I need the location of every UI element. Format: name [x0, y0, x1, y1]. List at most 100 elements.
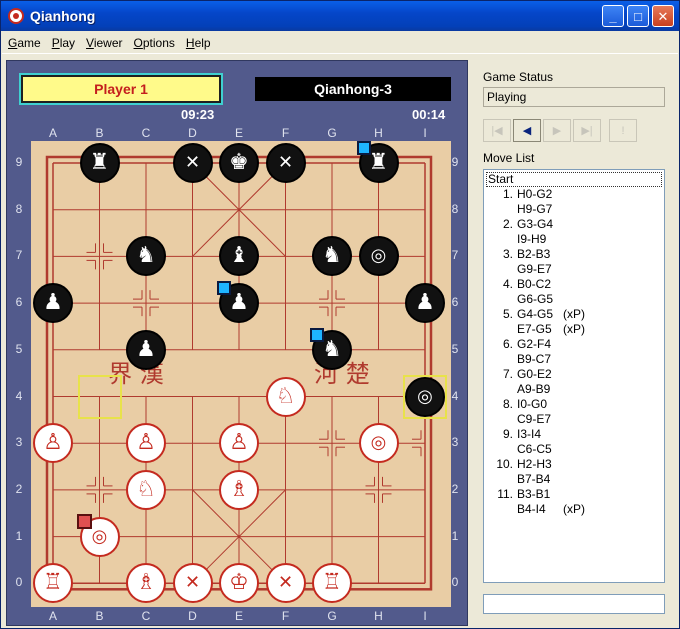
red-advisor-piece[interactable]: ✕ [172, 563, 213, 604]
black-cannon-piece[interactable]: ◎ [405, 376, 445, 417]
move-list-start[interactable]: Start [486, 172, 662, 187]
move-notation: G9-E7 [517, 262, 552, 276]
advisor-icon: ✕ [277, 572, 294, 594]
move-row-red[interactable]: 7. G0-E2 [484, 367, 664, 382]
menu-viewer[interactable]: Viewer [81, 36, 127, 50]
menu-help[interactable]: Help [181, 36, 216, 50]
move-notation: H9-G7 [517, 202, 553, 216]
move-row-red[interactable]: 2. G3-G4 [484, 217, 664, 232]
prev-move-button[interactable]: ◀ [513, 119, 541, 142]
move-row-red[interactable]: 8. I0-G0 [484, 397, 664, 412]
black-pawn-piece[interactable]: ♟ [33, 283, 73, 324]
horse-icon: ♘ [136, 476, 156, 502]
move-capture-note [563, 217, 613, 232]
move-notation: C6-C5 [517, 442, 552, 456]
move-row-red[interactable]: 5. G4-G5 (xP) [484, 307, 664, 322]
menu-game[interactable]: Game [3, 36, 46, 50]
rook-icon: ♖ [43, 570, 63, 596]
move-row-black[interactable]: B7-B4 [484, 472, 664, 487]
red-pawn-piece[interactable]: ♙ [219, 423, 259, 464]
black-advisor-piece[interactable]: ✕ [172, 143, 213, 183]
move-capture-note: (xP) [563, 502, 585, 516]
move-number [484, 382, 517, 397]
move-number: 11. [497, 487, 513, 501]
rook-icon: ♜ [368, 150, 389, 175]
black-rook-piece[interactable]: ♜ [79, 143, 120, 183]
black-pawn-piece[interactable]: ♟ [405, 283, 445, 324]
last-move-marker [217, 281, 231, 296]
minimize-button[interactable]: _ [602, 5, 624, 27]
move-row-black[interactable]: G6-G5 [484, 292, 664, 307]
move-list[interactable]: Start 1. H0-G2 H9-G7 2. G3-G4 I9-H9 3. B2-B3 G9-… [483, 169, 665, 583]
red-pawn-piece[interactable]: ♙ [33, 423, 73, 464]
file-label: C [141, 609, 151, 623]
move-notation: I9-H9 [517, 232, 547, 246]
move-row-black[interactable]: E7-G5 (xP) [484, 322, 664, 337]
red-cannon-piece[interactable]: ◎ [358, 423, 399, 464]
maximize-button[interactable]: □ [627, 5, 649, 27]
close-button[interactable]: ✕ [652, 5, 674, 27]
move-capture-note: (xP) [563, 322, 585, 336]
first-move-icon: |◀ [491, 125, 503, 137]
move-capture-note [563, 262, 613, 277]
file-label: A [48, 609, 57, 623]
move-notation: H2-H3 [517, 457, 552, 471]
move-row-red[interactable]: 1. H0-G2 [484, 187, 664, 202]
black-advisor-piece[interactable]: ✕ [265, 143, 306, 183]
king-icon: ♚ [229, 150, 249, 175]
move-capture-note [563, 352, 613, 367]
move-capture-note [563, 442, 613, 457]
move-row-red[interactable]: 11. B3-B1 [484, 487, 664, 502]
black-cannon-piece[interactable]: ◎ [358, 236, 399, 277]
move-row-black[interactable]: I9-H9 [484, 232, 664, 247]
xiangqi-board[interactable]: 界 漢河 楚 ♜ ✕ ♚ ✕ ♜ ♞ ♝ ♞ ◎ ♟ ♟ ♟ ♟ ♞ ◎ ♘ ♙ ♙ ♙ ◎ ♘ ♗ ◎ ♖ ♗ ✕ ♔ ✕ ♖ [31, 141, 451, 607]
file-label: G [327, 609, 337, 623]
first-move-button[interactable]: |◀ [483, 119, 511, 142]
menu-play[interactable]: Play [47, 36, 80, 50]
move-capture-note [563, 187, 613, 202]
red-elephant-piece[interactable]: ♗ [219, 469, 259, 510]
move-notation: B2-B3 [517, 247, 551, 261]
red-advisor-piece[interactable]: ✕ [265, 563, 306, 604]
move-row-black[interactable]: B9-C7 [484, 352, 664, 367]
move-capture-note [563, 292, 613, 307]
move-capture-note [563, 472, 613, 487]
red-horse-piece[interactable]: ♘ [265, 376, 306, 417]
file-label: F [281, 609, 290, 623]
move-row-red[interactable]: 9. I3-I4 [484, 427, 664, 442]
move-number [484, 202, 517, 217]
app-icon[interactable] [8, 8, 24, 24]
move-notation: E7-G5 [517, 322, 552, 336]
black-pawn-piece[interactable]: ♟ [126, 329, 166, 370]
move-capture-note [563, 457, 613, 472]
move-row-black[interactable]: B4-I4 (xP) [484, 502, 664, 517]
move-row-black[interactable]: A9-B9 [484, 382, 664, 397]
red-horse-piece[interactable]: ♘ [126, 469, 166, 510]
move-row-red[interactable]: 10. H2-H3 [484, 457, 664, 472]
move-row-black[interactable]: G9-E7 [484, 262, 664, 277]
last-move-button[interactable]: ▶| [573, 119, 601, 142]
elephant-icon: ♝ [229, 243, 249, 269]
move-row-black[interactable]: C6-C5 [484, 442, 664, 457]
move-number: 1. [502, 187, 513, 201]
highlight-square [77, 374, 122, 419]
move-row-red[interactable]: 4. B0-C2 [484, 277, 664, 292]
black-king-piece[interactable]: ♚ [219, 143, 259, 183]
move-notation: B4-I4 [517, 502, 546, 516]
message-field[interactable] [483, 594, 665, 614]
hint-button[interactable]: ! [609, 119, 637, 142]
move-row-black[interactable]: H9-G7 [484, 202, 664, 217]
next-move-button[interactable]: ▶ [543, 119, 571, 142]
move-number [484, 322, 517, 337]
title-bar[interactable]: Qianhong _ □ ✕ [1, 1, 679, 31]
red-pawn-piece[interactable]: ♙ [126, 423, 166, 464]
pawn-icon: ♟ [136, 336, 156, 362]
menu-options[interactable]: Options [129, 36, 180, 50]
file-label: E [234, 609, 243, 623]
board-panel: Player 1 Qianhong-3 09:23 00:14 A A B B C C D D… [6, 60, 468, 626]
close-icon: ✕ [657, 8, 669, 24]
move-row-black[interactable]: C9-E7 [484, 412, 664, 427]
file-label: D [188, 609, 197, 623]
move-row-red[interactable]: 6. G2-F4 [484, 337, 664, 352]
move-row-red[interactable]: 3. B2-B3 [484, 247, 664, 262]
